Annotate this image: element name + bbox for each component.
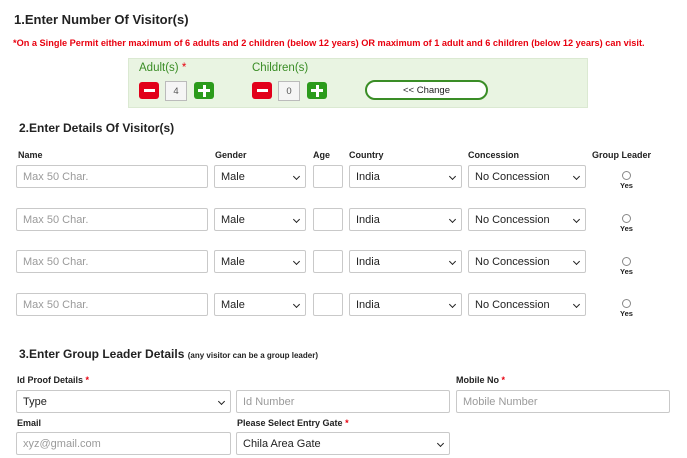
plus-icon [311,84,323,97]
permit-limit-note: *On a Single Permit either maximum of 6 … [13,38,645,48]
visitor-age-input[interactable] [313,293,343,316]
group-leader-yes-label: Yes [620,267,633,276]
children-increment-button[interactable] [307,82,327,99]
chevron-down-icon [448,257,457,266]
chevron-down-icon [572,300,581,309]
chevron-down-icon [572,172,581,181]
entry-gate-label: Please Select Entry Gate * [237,418,349,428]
visitor-gender-select[interactable]: Male [214,165,306,188]
group-leader-radio[interactable] [622,214,631,223]
visitor-gender-select[interactable]: Male [214,208,306,231]
group-leader-radio[interactable] [622,257,631,266]
chevron-down-icon [292,215,301,224]
section-group-leader-title: 3.Enter Group Leader Details (any visito… [19,347,318,361]
visitor-counter-panel: Adult(s) * 4 Children(s) 0 << Change [128,58,588,108]
group-leader-yes-label: Yes [620,181,633,190]
chevron-down-icon [572,257,581,266]
minus-icon [143,89,155,92]
visitor-country-select[interactable]: India [349,208,462,231]
chevron-down-icon [448,215,457,224]
mobile-label: Mobile No * [456,375,506,385]
chevron-down-icon [436,439,445,448]
change-count-button[interactable]: << Change [365,80,488,100]
visitor-gender-select[interactable]: Male [214,293,306,316]
column-header-name: Name [18,150,43,160]
column-header-country: Country [349,150,384,160]
chevron-down-icon [217,397,226,406]
group-leader-radio[interactable] [622,299,631,308]
visitor-name-input[interactable]: Max 50 Char. [16,208,208,231]
visitor-concession-select[interactable]: No Concession [468,293,586,316]
adults-decrement-button[interactable] [139,82,159,99]
adults-increment-button[interactable] [194,82,214,99]
email-label: Email [17,418,42,428]
id-proof-type-select[interactable]: Type [16,390,231,413]
adults-label: Adult(s) * [139,62,187,74]
visitor-country-select[interactable]: India [349,250,462,273]
chevron-down-icon [448,300,457,309]
group-leader-yes-label: Yes [620,224,633,233]
group-leader-yes-label: Yes [620,309,633,318]
visitor-gender-select[interactable]: Male [214,250,306,273]
visitor-concession-select[interactable]: No Concession [468,165,586,188]
children-decrement-button[interactable] [252,82,272,99]
visitor-country-select[interactable]: India [349,293,462,316]
adults-count-display: 4 [165,81,187,101]
children-label: Children(s) [252,62,309,74]
group-leader-radio[interactable] [622,171,631,180]
plus-icon [198,84,210,97]
column-header-age: Age [313,150,331,160]
visitor-age-input[interactable] [313,250,343,273]
children-count-display: 0 [278,81,300,101]
id-number-input[interactable]: Id Number [236,390,450,413]
visitor-concession-select[interactable]: No Concession [468,208,586,231]
visitor-age-input[interactable] [313,208,343,231]
visitor-name-input[interactable]: Max 50 Char. [16,250,208,273]
chevron-down-icon [292,257,301,266]
chevron-down-icon [572,215,581,224]
mobile-number-input[interactable]: Mobile Number [456,390,670,413]
visitor-name-input[interactable]: Max 50 Char. [16,165,208,188]
section-visitor-details-title: 2.Enter Details Of Visitor(s) [19,121,175,135]
visitor-country-select[interactable]: India [349,165,462,188]
chevron-down-icon [292,172,301,181]
minus-icon [256,89,268,92]
visitor-name-input[interactable]: Max 50 Char. [16,293,208,316]
column-header-concession: Concession [468,150,520,160]
chevron-down-icon [292,300,301,309]
column-header-group-leader: Group Leader [592,150,652,160]
column-header-gender: Gender [215,150,247,160]
visitor-age-input[interactable] [313,165,343,188]
chevron-down-icon [448,172,457,181]
visitor-concession-select[interactable]: No Concession [468,250,586,273]
email-input[interactable]: xyz@gmail.com [16,432,231,455]
section-visitor-count-title: 1.Enter Number Of Visitor(s) [14,12,189,27]
id-proof-label: Id Proof Details * [17,375,90,385]
entry-gate-select[interactable]: Chila Area Gate [236,432,450,455]
section-group-leader-subtitle: (any visitor can be a group leader) [187,351,318,360]
